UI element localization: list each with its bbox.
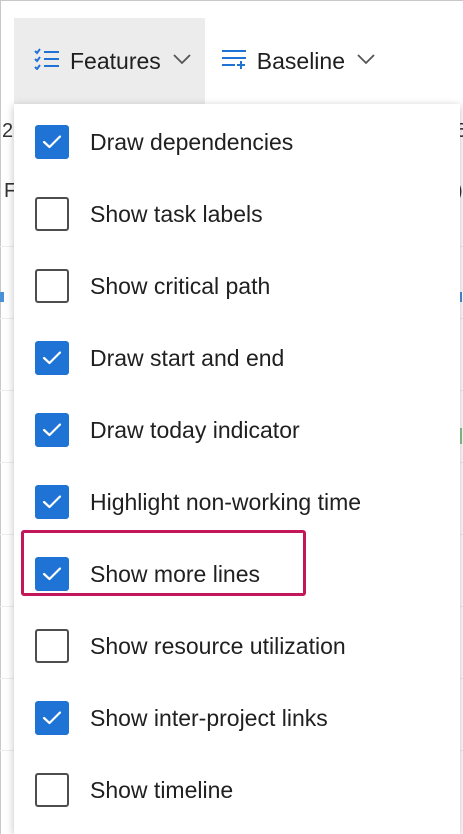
baseline-add-icon <box>221 48 247 75</box>
features-list-icon <box>34 47 60 75</box>
chevron-down-icon <box>173 52 191 70</box>
menu-item-show-timeline[interactable]: Show timeline <box>14 754 460 826</box>
baseline-dropdown-button[interactable]: Baseline <box>205 18 389 104</box>
menu-item-show-critical-path[interactable]: Show critical path <box>14 250 460 322</box>
checkmark-icon <box>42 351 62 365</box>
checkmark-icon <box>42 495 62 509</box>
chevron-down-icon <box>357 52 375 70</box>
menu-item-label: Show task labels <box>90 200 263 227</box>
toolbar: Features Baseline <box>14 18 463 104</box>
menu-item-label: Draw start and end <box>90 344 285 371</box>
menu-item-label: Show critical path <box>90 272 271 299</box>
menu-item-show-resource-utilization[interactable]: Show resource utilization <box>14 610 460 682</box>
menu-item-draw-start-and-end[interactable]: Draw start and end <box>14 322 460 394</box>
checkmark-icon <box>42 135 62 149</box>
checkmark-icon <box>42 423 62 437</box>
menu-item-label: Draw today indicator <box>90 416 300 443</box>
checkbox-checked[interactable] <box>35 125 69 159</box>
checkbox-unchecked[interactable] <box>35 629 69 663</box>
menu-item-highlight-non-working-time[interactable]: Highlight non-working time <box>14 466 460 538</box>
menu-item-label: Show inter-project links <box>90 704 328 731</box>
edge-char: 2 <box>2 120 14 142</box>
checkbox-unchecked[interactable] <box>35 269 69 303</box>
checkbox-checked[interactable] <box>35 341 69 375</box>
menu-item-label: Highlight non-working time <box>90 488 362 515</box>
baseline-label: Baseline <box>256 47 345 74</box>
menu-item-label: Draw dependencies <box>90 128 294 155</box>
checkbox-checked[interactable] <box>35 413 69 447</box>
menu-item-show-inter-project-links[interactable]: Show inter-project links <box>14 682 460 754</box>
features-dropdown-button[interactable]: Features <box>14 18 205 104</box>
features-menu: Draw dependencies Show task labels Show … <box>14 104 460 834</box>
menu-item-show-task-labels[interactable]: Show task labels <box>14 178 460 250</box>
checkbox-checked[interactable] <box>35 485 69 519</box>
menu-item-label: Show timeline <box>90 776 234 803</box>
menu-item-draw-dependencies[interactable]: Draw dependencies <box>14 106 460 178</box>
checkmark-icon <box>42 711 62 725</box>
menu-item-draw-today-indicator[interactable]: Draw today indicator <box>14 394 460 466</box>
gantt-bar-edge <box>0 292 4 302</box>
menu-item-label: Show resource utilization <box>90 632 346 659</box>
features-label: Features <box>70 47 161 74</box>
checkbox-unchecked[interactable] <box>35 773 69 807</box>
highlight-annotation-box <box>21 530 306 596</box>
checkbox-unchecked[interactable] <box>35 197 69 231</box>
checkbox-checked[interactable] <box>35 701 69 735</box>
